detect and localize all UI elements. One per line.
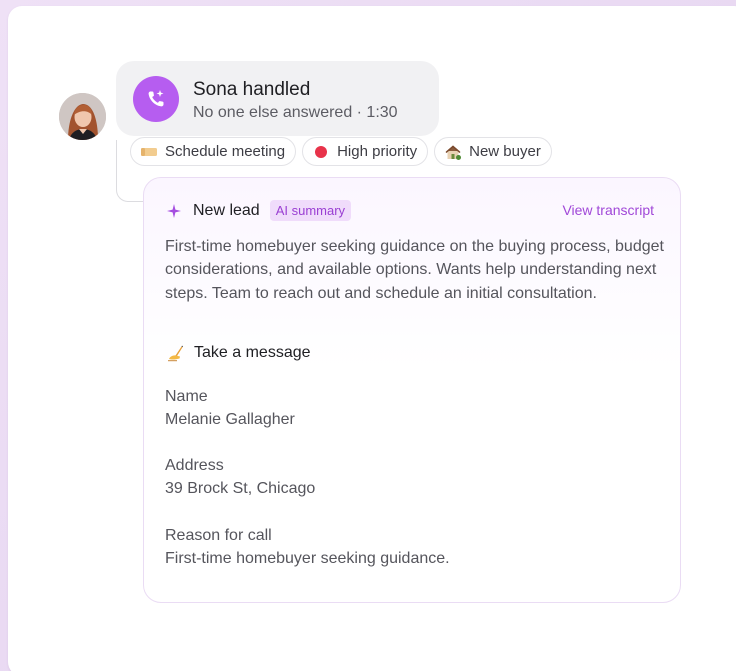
take-message-title: Take a message <box>194 344 311 361</box>
red-dot-icon <box>312 143 330 161</box>
avatar-portrait-icon <box>59 93 106 140</box>
ticket-icon <box>140 143 158 161</box>
tag-list: Schedule meeting High priority New buyer <box>130 137 552 166</box>
field-label: Reason for call <box>165 527 272 544</box>
field-value: Melanie Gallagher <box>165 411 295 428</box>
sparkle-phone-icon <box>133 76 179 122</box>
take-message-header: Take a message <box>166 344 311 362</box>
field-label: Name <box>165 388 208 405</box>
sparkle-icon <box>166 203 182 219</box>
view-transcript-link[interactable]: View transcript <box>562 202 654 218</box>
caller-avatar <box>59 93 106 140</box>
tag-high-priority[interactable]: High priority <box>302 137 429 166</box>
tag-schedule-meeting[interactable]: Schedule meeting <box>130 137 297 166</box>
field-value: 39 Brock St, Chicago <box>165 480 316 497</box>
lead-title: New lead <box>193 201 260 219</box>
call-subtitle: No one else answered · 1:30 <box>193 104 398 121</box>
tag-label: New buyer <box>469 143 541 160</box>
house-icon <box>444 143 462 161</box>
field-label: Address <box>165 457 224 474</box>
field-value: First-time homebuyer seeking guidance. <box>165 550 450 567</box>
field-address: Address 39 Brock St, Chicago <box>165 454 315 500</box>
tag-label: High priority <box>337 143 418 160</box>
call-title: Sona handled <box>193 79 311 100</box>
writing-hand-icon <box>166 344 184 362</box>
ai-summary-badge: AI summary <box>269 200 352 221</box>
tag-new-buyer[interactable]: New buyer <box>434 137 552 166</box>
lead-header: New lead AI summary <box>166 200 352 221</box>
lead-summary-text: First-time homebuyer seeking guidance on… <box>165 238 664 302</box>
field-name: Name Melanie Gallagher <box>165 385 295 431</box>
tag-label: Schedule meeting <box>165 143 286 160</box>
field-reason-for-call: Reason for call First-time homebuyer see… <box>165 524 450 570</box>
lead-summary-panel: New lead AI summary View transcript Firs… <box>143 177 681 603</box>
call-summary-bubble: Sona handled No one else answered · 1:30 <box>116 61 439 136</box>
